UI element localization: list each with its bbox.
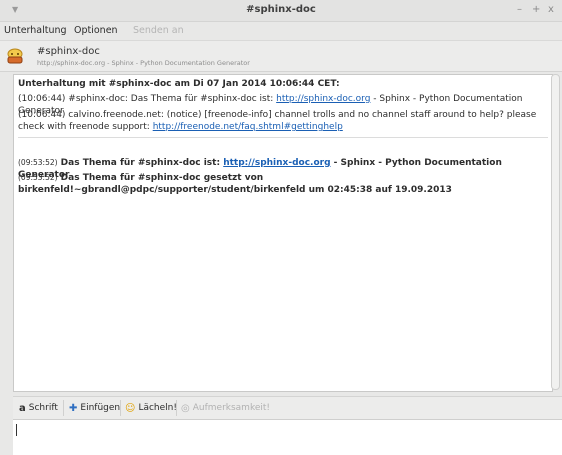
message-input[interactable]: [13, 419, 562, 455]
window-title: #sphinx-doc: [246, 4, 316, 15]
smiley-icon: ☺: [125, 402, 136, 414]
format-toolbar: a Schrift ✚ Einfügen ☺ Lächeln! ◎ Aufmer…: [13, 396, 562, 419]
menu-unterhaltung[interactable]: Unterhaltung: [4, 25, 67, 36]
divider: [63, 400, 64, 416]
menu-senden-an: Senden an: [133, 25, 184, 36]
title-bar: ▼ #sphinx-doc – + x: [0, 0, 562, 22]
attention-icon: ◎: [181, 402, 190, 414]
divider: [120, 400, 121, 416]
conversation-header: #sphinx-doc http://sphinx-doc.org - Sphi…: [0, 41, 562, 72]
maximize-button[interactable]: +: [532, 4, 540, 15]
attention-button: ◎ Aufmerksamkeit!: [181, 402, 271, 414]
topic-link[interactable]: http://sphinx-doc.org: [276, 94, 370, 104]
faq-link[interactable]: http://freenode.net/faq.shtml#gettinghel…: [153, 122, 343, 132]
conversation-name: #sphinx-doc: [37, 46, 100, 57]
close-button[interactable]: x: [548, 4, 554, 15]
divider: [176, 400, 177, 416]
font-button[interactable]: a Schrift: [19, 401, 58, 415]
message-log[interactable]: Unterhaltung mit #sphinx-doc am Di 07 Ja…: [13, 74, 553, 392]
log-header: Unterhaltung mit #sphinx-doc am Di 07 Ja…: [18, 79, 340, 89]
log-line: (09:53:52) Das Thema für #sphinx-doc ges…: [18, 173, 452, 195]
menu-bar: Unterhaltung Optionen Senden an: [0, 22, 562, 41]
log-scrollbar[interactable]: [551, 74, 560, 390]
font-icon: a: [19, 402, 26, 414]
smile-button[interactable]: ☺ Lächeln!: [125, 401, 177, 415]
chat-icon: [7, 48, 23, 64]
menu-optionen[interactable]: Optionen: [74, 25, 118, 36]
log-line: (10:06:44) calvino.freenode.net: (notice…: [18, 110, 537, 132]
plus-icon: ✚: [69, 402, 78, 414]
conversation-topic: http://sphinx-doc.org - Sphinx - Python …: [37, 59, 250, 67]
insert-button[interactable]: ✚ Einfügen: [69, 401, 120, 415]
topic-link-2[interactable]: http://sphinx-doc.org: [223, 158, 330, 168]
minimize-button[interactable]: –: [517, 4, 522, 15]
text-caret: [16, 424, 17, 436]
divider: [18, 137, 548, 138]
